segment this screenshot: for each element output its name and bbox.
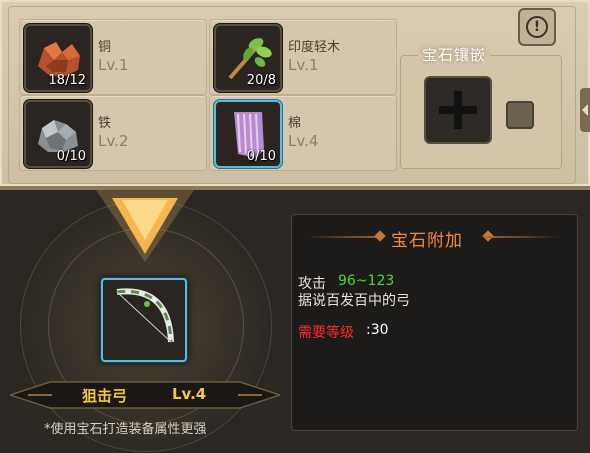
material-count: 0/10 (246, 149, 276, 164)
hint-text: *使用宝石打造装备属性更强 (44, 422, 207, 437)
material-count: 20/8 (246, 73, 276, 88)
add-gem-button[interactable] (424, 76, 492, 144)
material-count: 0/10 (56, 149, 86, 164)
copper-ore-icon: 18/12 (24, 24, 92, 92)
required-level-number: 30 (370, 322, 389, 338)
wood-branch-icon: 20/8 (214, 24, 282, 92)
weapon-description: 据说百发百中的弓 (298, 293, 410, 309)
attack-value: 96~123 (338, 273, 395, 289)
bow-icon (116, 288, 174, 343)
gem-bonus-title: 宝石附加 (391, 231, 463, 251)
expand-tab-arrow-icon[interactable] (580, 88, 590, 132)
material-level: Lv.4 (288, 132, 319, 150)
info-button[interactable]: ! (518, 8, 556, 46)
down-arrow-icon (96, 190, 194, 262)
material-card-copper[interactable]: 18/12 铜 Lv.1 (19, 19, 207, 95)
material-name: 铁 (98, 116, 112, 131)
material-level: Lv.2 (98, 132, 129, 150)
plus-icon-bar (439, 106, 477, 114)
required-level-label: 需要等级 (298, 325, 354, 341)
weapon-level: Lv.4 (172, 385, 207, 403)
material-name: 铜 (98, 40, 112, 55)
material-count: 18/12 (48, 73, 86, 88)
required-level-value: :30 (366, 322, 389, 338)
exclamation-icon: ! (526, 16, 548, 38)
weapon-name: 狙击弓 (82, 387, 128, 405)
material-card-balsa-wood[interactable]: 20/8 印度轻木 Lv.1 (209, 19, 397, 95)
gem-inlay-title: 宝石镶嵌 (418, 44, 491, 65)
iron-ore-icon: 0/10 (24, 100, 92, 168)
weapon-name-banner (10, 381, 280, 409)
gem-checkbox[interactable] (506, 101, 534, 129)
material-card-iron[interactable]: 0/10 铁 Lv.2 (19, 95, 207, 171)
material-level: Lv.1 (288, 56, 319, 74)
material-name: 棉 (288, 116, 302, 131)
weapon-slot[interactable] (101, 278, 187, 362)
material-level: Lv.1 (98, 56, 129, 74)
title-decoration-right (485, 236, 560, 238)
material-name: 印度轻木 (288, 40, 341, 55)
cotton-cloth-icon: 0/10 (214, 100, 282, 168)
title-decoration-left (306, 236, 381, 238)
material-card-cotton[interactable]: 0/10 棉 Lv.4 (209, 95, 397, 171)
